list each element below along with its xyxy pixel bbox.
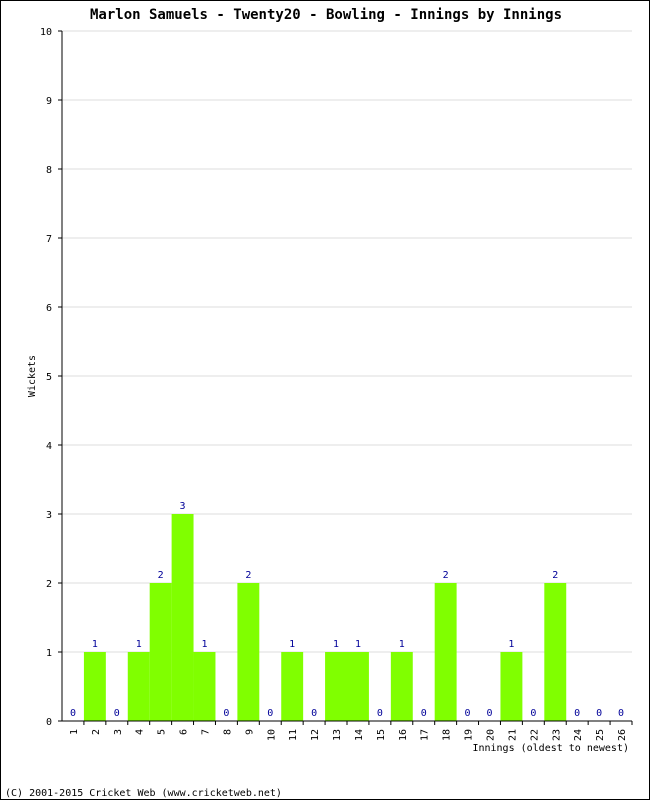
data-label: 1 — [136, 639, 142, 650]
y-tick-label: 0 — [46, 717, 52, 728]
bar — [281, 652, 304, 721]
data-label: 1 — [289, 639, 295, 650]
x-tick-label: 16 — [398, 729, 409, 741]
bar — [500, 652, 523, 721]
x-axis-label: Innings (oldest to newest) — [472, 743, 629, 754]
bar — [434, 583, 457, 721]
bar — [347, 652, 369, 721]
data-label: 0 — [465, 708, 471, 719]
chart-container: Marlon Samuels - Twenty20 - Bowling - In… — [0, 0, 650, 800]
x-tick-label: 3 — [113, 729, 124, 735]
x-tick-label: 13 — [332, 729, 343, 741]
x-tick-label: 22 — [529, 729, 540, 741]
bar — [544, 583, 567, 721]
y-tick-label: 10 — [40, 27, 52, 38]
bar — [237, 583, 260, 721]
y-tick-label: 7 — [46, 234, 52, 245]
x-tick-label: 14 — [354, 729, 365, 741]
data-label: 0 — [486, 708, 492, 719]
data-label: 1 — [201, 639, 207, 650]
data-label: 0 — [377, 708, 383, 719]
x-tick-label: 5 — [157, 729, 168, 735]
x-tick-label: 6 — [179, 729, 190, 735]
data-label: 0 — [70, 708, 76, 719]
y-tick-label: 4 — [46, 441, 52, 452]
bar — [193, 652, 216, 721]
data-label: 1 — [355, 639, 361, 650]
copyright-footer: (C) 2001-2015 Cricket Web (www.cricketwe… — [5, 788, 282, 799]
y-axis-label: Wickets — [27, 355, 38, 397]
x-tick-label: 9 — [244, 729, 255, 735]
bar-chart: Marlon Samuels - Twenty20 - Bowling - In… — [5, 7, 633, 799]
y-tick-label: 9 — [46, 96, 52, 107]
x-tick-label: 20 — [486, 729, 497, 741]
x-tick-label: 1 — [69, 729, 80, 735]
x-tick-label: 19 — [464, 729, 475, 741]
y-tick-label: 8 — [46, 165, 52, 176]
data-label: 1 — [399, 639, 405, 650]
x-tick-label: 15 — [376, 729, 387, 741]
bar — [127, 652, 150, 721]
x-tick-label: 18 — [442, 729, 453, 741]
x-tick-label: 24 — [573, 729, 584, 741]
bar — [325, 652, 347, 721]
data-label: 1 — [508, 639, 514, 650]
x-tick-label: 7 — [201, 729, 212, 735]
data-label: 2 — [443, 570, 449, 581]
x-tick-label: 8 — [222, 729, 233, 735]
bar — [171, 514, 194, 721]
data-label: 1 — [92, 639, 98, 650]
data-label: 0 — [421, 708, 427, 719]
x-tick-label: 25 — [595, 729, 606, 741]
bar — [390, 652, 413, 721]
x-tick-label: 17 — [420, 729, 431, 741]
data-label: 0 — [311, 708, 317, 719]
y-tick-label: 5 — [46, 372, 52, 383]
data-label: 0 — [618, 708, 624, 719]
data-label: 0 — [530, 708, 536, 719]
data-label: 1 — [333, 639, 339, 650]
chart-title: Marlon Samuels - Twenty20 - Bowling - In… — [90, 7, 562, 23]
y-tick-label: 3 — [46, 510, 52, 521]
data-label: 0 — [223, 708, 229, 719]
bar — [149, 583, 172, 721]
data-label: 2 — [158, 570, 164, 581]
y-tick-label: 2 — [46, 579, 52, 590]
data-label: 0 — [574, 708, 580, 719]
data-label: 2 — [552, 570, 558, 581]
data-label: 0 — [114, 708, 120, 719]
x-tick-label: 26 — [617, 729, 628, 741]
x-tick-label: 10 — [266, 729, 277, 741]
bar — [83, 652, 106, 721]
x-tick-label: 21 — [507, 729, 518, 741]
y-tick-label: 1 — [46, 648, 52, 659]
x-tick-label: 11 — [288, 729, 299, 741]
x-tick-label: 23 — [551, 729, 562, 741]
x-tick-label: 4 — [135, 729, 146, 735]
x-tick-label: 12 — [310, 729, 321, 741]
data-label: 0 — [267, 708, 273, 719]
data-label: 0 — [596, 708, 602, 719]
data-label: 2 — [245, 570, 251, 581]
data-label: 3 — [180, 501, 186, 512]
y-tick-label: 6 — [46, 303, 52, 314]
x-tick-label: 2 — [91, 729, 102, 735]
